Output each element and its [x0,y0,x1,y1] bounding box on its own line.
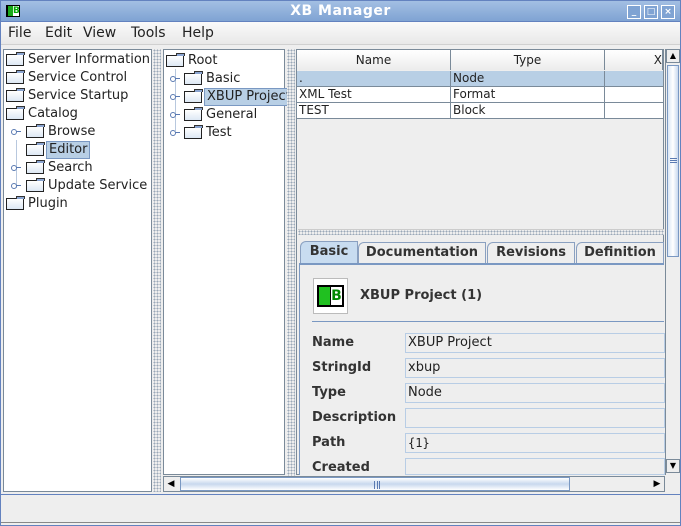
stringid-field[interactable]: xbup [405,358,665,378]
created-field[interactable] [405,458,665,475]
column-header-x[interactable]: X [605,50,663,70]
maximize-button[interactable]: □ [644,5,658,19]
cell-type: Format [451,87,605,103]
column-header-name[interactable]: Name [297,50,451,70]
folder-icon [6,106,25,120]
folder-icon [6,52,25,66]
horizontal-scrollbar[interactable]: ◀ ▶ [163,476,665,492]
property-label-stringid: StringId [312,360,372,375]
cell-type: Block [451,103,605,119]
split-divider-left[interactable] [153,49,161,492]
table-row[interactable]: TEST Block [297,103,663,119]
cell-name: TEST [297,103,451,119]
expand-handle-icon[interactable] [11,165,21,171]
navigation-tree: Server Information Service Control Servi… [3,49,152,492]
tab-definition[interactable]: Definition [576,242,664,263]
menu-view[interactable]: View [83,25,116,41]
menu-bar: File Edit View Tools Help [1,22,680,45]
close-button[interactable]: × [661,5,675,19]
cell-name: XML Test [297,87,451,103]
menu-help[interactable]: Help [182,25,214,41]
expand-handle-icon[interactable] [170,94,180,100]
property-label-type: Type [312,385,346,400]
folder-icon [166,53,185,67]
table-row[interactable]: . Node [297,71,663,87]
tab-revisions[interactable]: Revisions [487,242,575,263]
scroll-up-icon[interactable]: ▲ [666,49,680,63]
vertical-scrollbar[interactable]: ▲ ▼ [665,49,680,475]
window-title: XB Manager [290,3,391,19]
scroll-left-icon[interactable]: ◀ [164,477,178,491]
description-field[interactable] [405,408,665,428]
expand-handle-icon[interactable] [170,130,180,136]
expand-handle-icon[interactable] [170,76,180,82]
path-field[interactable]: {1} [405,433,665,453]
detail-tabs: Basic Documentation Revisions Definition [298,241,664,263]
split-divider-horizontal[interactable] [298,229,664,235]
tab-documentation[interactable]: Documentation [358,242,486,263]
type-field[interactable]: Node [405,383,665,403]
menu-tools[interactable]: Tools [131,25,166,41]
tree-connector [16,140,17,188]
table-header: Name Type X [297,50,663,70]
expand-handle-icon[interactable] [170,112,180,118]
item-title: XBUP Project (1) [360,288,483,303]
expand-handle-icon[interactable] [11,183,21,189]
folder-icon [184,107,203,121]
folder-icon [26,124,45,138]
folder-icon [26,178,45,192]
expand-handle-icon[interactable] [11,129,21,135]
status-bar [1,494,680,525]
title-bar[interactable]: B XB Manager _ □ × [1,1,680,22]
cell-name: . [297,71,451,87]
vertical-scroll-thumb[interactable] [667,65,679,257]
split-divider-middle[interactable] [287,49,295,492]
property-label-created: Created [312,460,370,475]
menu-edit[interactable]: Edit [45,25,72,41]
folder-icon [184,71,203,85]
horizontal-scroll-thumb[interactable] [180,477,570,491]
folder-icon [26,142,45,156]
property-label-name: Name [312,335,355,350]
status-bar-border [1,522,680,525]
folder-icon [6,88,25,102]
xbup-item-icon: B [313,278,348,314]
minimize-button[interactable]: _ [627,5,641,19]
menu-file[interactable]: File [8,25,31,41]
property-label-description: Description [312,410,397,425]
column-header-type[interactable]: Type [451,50,605,70]
property-label-path: Path [312,435,346,450]
name-field[interactable]: XBUP Project [405,333,665,353]
catalog-tree: Root Basic XBUP Project General Test [163,49,294,475]
scroll-down-icon[interactable]: ▼ [666,459,680,473]
scroll-right-icon[interactable]: ▶ [650,477,664,491]
folder-icon [6,70,25,84]
separator [312,321,664,322]
folder-icon [184,125,203,139]
folder-icon [6,196,25,210]
app-window: B XB Manager _ □ × File Edit View Tools … [0,0,681,526]
tab-basic[interactable]: Basic [300,241,358,263]
folder-icon [184,89,203,103]
folder-icon [26,160,45,174]
table-row[interactable]: XML Test Format [297,87,663,103]
cell-type: Node [451,71,605,87]
